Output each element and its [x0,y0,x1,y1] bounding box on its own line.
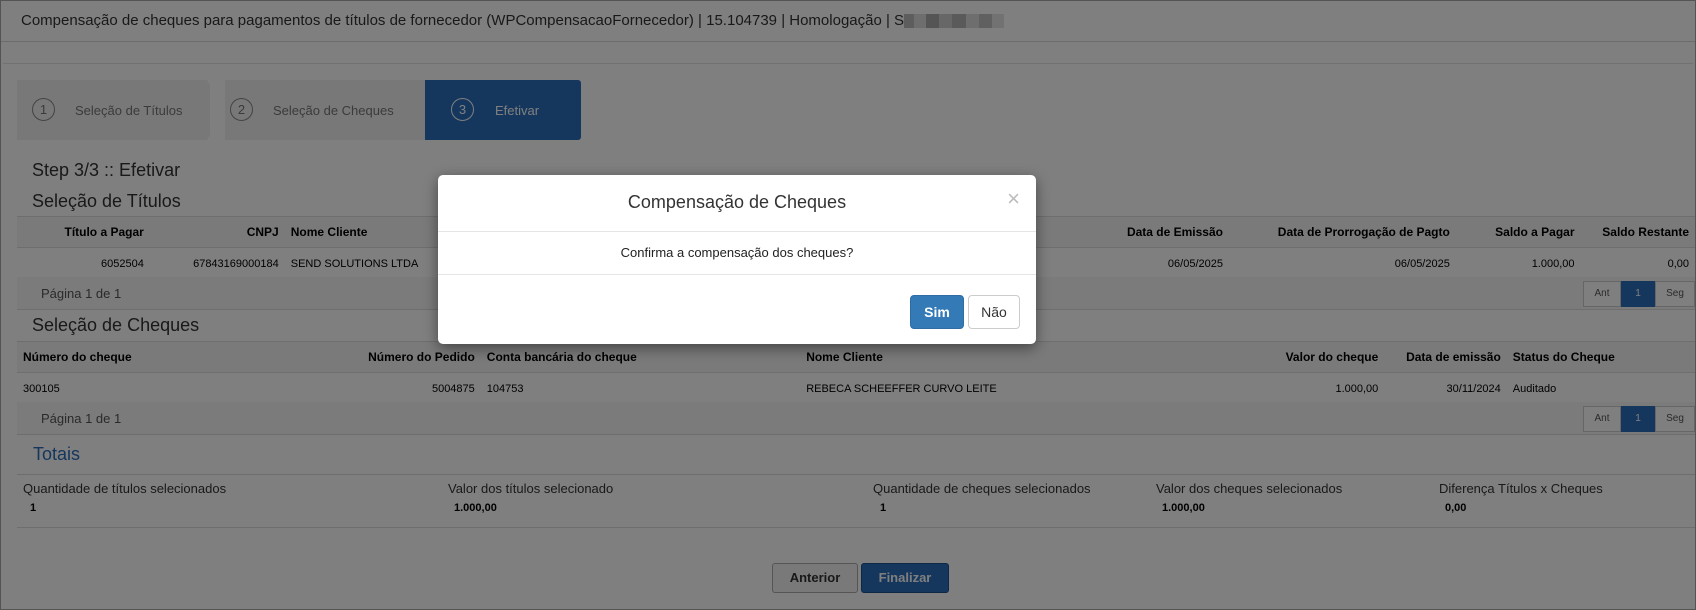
confirm-no-button[interactable]: Não [968,295,1020,329]
close-icon[interactable]: × [1007,188,1020,210]
modal-title: Compensação de Cheques [627,192,847,212]
confirm-dialog: Compensação de Cheques × Confirma a comp… [438,175,1036,344]
modal-message: Confirma a compensação dos cheques? [620,245,854,260]
confirm-yes-button[interactable]: Sim [910,295,964,329]
modal-header: Compensação de Cheques × [438,175,1036,232]
modal-body: Confirma a compensação dos cheques? [438,232,1036,275]
